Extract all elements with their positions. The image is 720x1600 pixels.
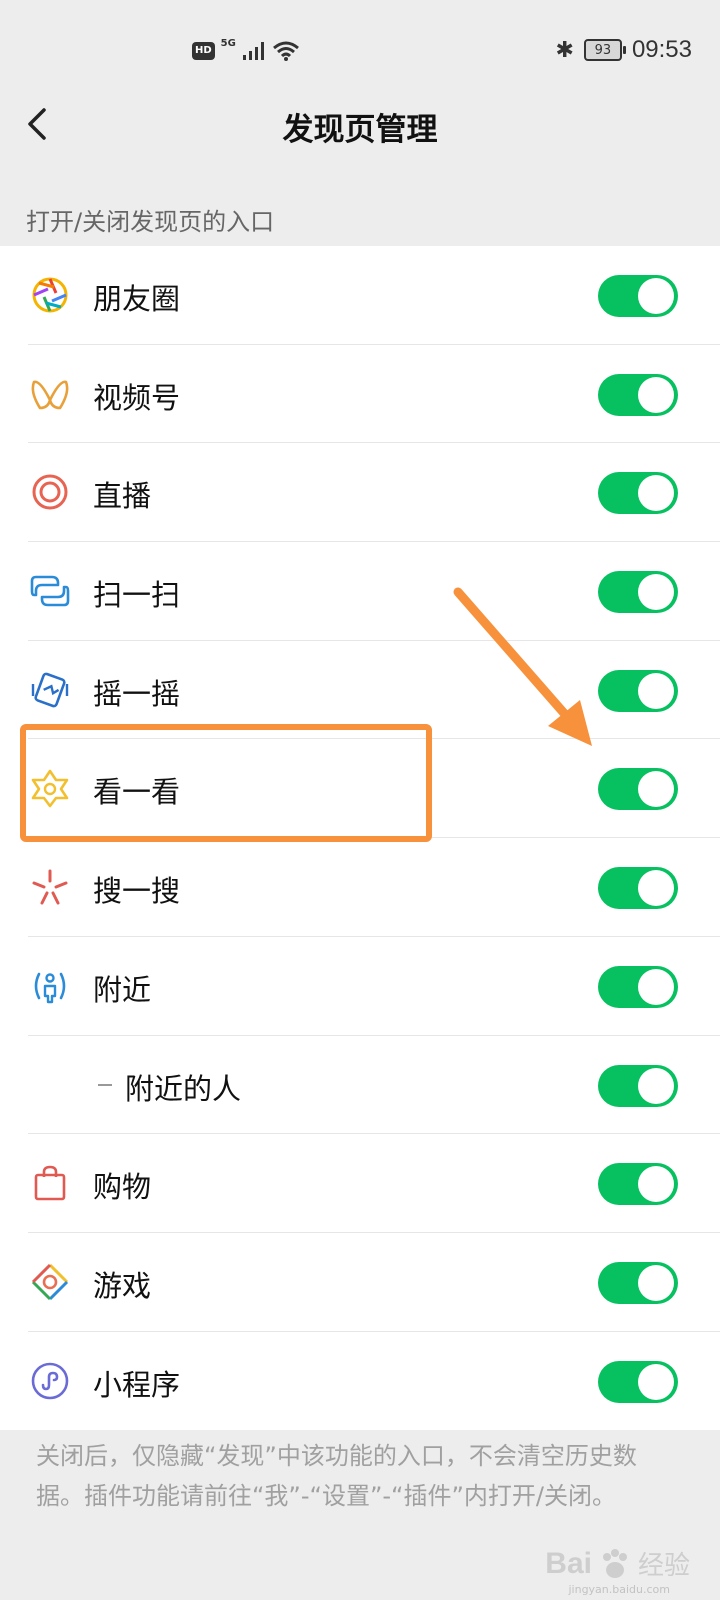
toggle-knob [638, 278, 674, 314]
toggle-switch[interactable] [598, 669, 678, 712]
toggle-knob [638, 1264, 674, 1301]
network-type-label: 5G [220, 37, 236, 49]
list-item-channels: 视频号 [0, 345, 720, 444]
status-bar-left: HD 5G [192, 37, 300, 62]
watermark-brand: Bai [545, 1546, 592, 1580]
list-item-label: 附近 [93, 972, 152, 1007]
watermark-text: 经验 [637, 1551, 690, 1581]
toggle-knob [638, 376, 674, 413]
toggle-switch[interactable] [598, 1360, 678, 1403]
bluetooth-icon: ✱ [555, 37, 574, 63]
shopping-bag-icon [34, 1165, 66, 1201]
toggle-switch[interactable] [598, 373, 678, 416]
toggle-knob [638, 475, 674, 512]
list-item-label: 直播 [93, 479, 152, 514]
toggle-knob [638, 870, 674, 907]
list-item-label: 视频号 [93, 380, 181, 415]
toggle-switch[interactable] [598, 867, 678, 910]
game-diamond-icon [31, 1263, 69, 1300]
toggle-knob [638, 771, 674, 808]
list-item-label: 朋友圈 [93, 282, 181, 316]
arrow-icon [453, 587, 592, 746]
footer-note: 关闭后，仅隐藏“发现”中该功能的入口，不会清空历史数据。插件功能请前往“我”-“… [36, 1442, 637, 1510]
nav-bar: 发现页管理 [0, 84, 720, 164]
hd-badge: HD [192, 42, 215, 60]
list-item-mini-programs: 小程序 [0, 1332, 720, 1431]
watermark-logo: Bai 经验 [545, 1545, 690, 1582]
wifi-icon [272, 41, 299, 61]
list-item-scan: 扫一扫 [0, 542, 720, 641]
mini-program-icon [31, 1362, 69, 1399]
paw-icon [602, 1548, 627, 1578]
live-ring-icon [32, 474, 68, 510]
toggle-knob [638, 1363, 674, 1400]
battery-indicator: 93 [583, 39, 626, 61]
list-item-label: 搜一搜 [93, 874, 181, 909]
list-item-shopping: 购物 [0, 1134, 720, 1233]
list-item-games: 游戏 [0, 1233, 720, 1332]
list-item-people-nearby: 附近的人 [0, 1036, 720, 1135]
clock: 09:53 [631, 36, 692, 63]
nearby-person-icon [34, 972, 66, 1004]
toggle-switch[interactable] [598, 571, 678, 614]
section-label: 打开/关闭发现页的入口 [26, 208, 275, 236]
toggle-knob [638, 1067, 674, 1104]
status-bar-right: ✱ 93 09:53 [556, 36, 693, 64]
battery-level: 93 [594, 42, 612, 58]
list-item-label: 附近的人 [125, 1071, 242, 1106]
toggle-knob [638, 672, 674, 709]
moments-aperture-icon [32, 277, 68, 313]
toggle-switch[interactable] [598, 1163, 678, 1206]
toggle-switch[interactable] [598, 1064, 678, 1107]
toggle-switch[interactable] [598, 275, 678, 317]
list-item-label: 小程序 [93, 1367, 181, 1402]
shake-phone-icon [31, 672, 69, 708]
list-item-label: 购物 [93, 1170, 152, 1205]
channels-butterfly-icon [31, 380, 69, 409]
sub-item-dash [98, 1083, 112, 1086]
list-item-moments: 朋友圈 [0, 246, 720, 345]
toggle-switch[interactable] [598, 1261, 678, 1304]
list-item-search: 搜一搜 [0, 838, 720, 937]
list-item-label: 扫一扫 [93, 578, 181, 613]
list-item-live: 直播 [0, 443, 720, 543]
page-title: 发现页管理 [282, 112, 438, 148]
toggle-switch[interactable] [598, 472, 678, 515]
toggle-knob [638, 968, 674, 1005]
toggle-switch[interactable] [598, 965, 678, 1008]
scan-icon [30, 575, 70, 607]
search-sparkle-icon [32, 869, 68, 905]
toggle-switch[interactable] [598, 768, 678, 811]
watermark-url: jingyan.baidu.com [568, 1583, 670, 1596]
toggle-knob [638, 574, 674, 611]
toggle-knob [638, 1166, 674, 1203]
highlight-box [20, 724, 432, 842]
list-item-label: 摇一摇 [93, 676, 181, 711]
signal-icon [242, 42, 264, 60]
list-item-label: 游戏 [93, 1268, 152, 1303]
list-item-nearby: 附近 [0, 937, 720, 1036]
